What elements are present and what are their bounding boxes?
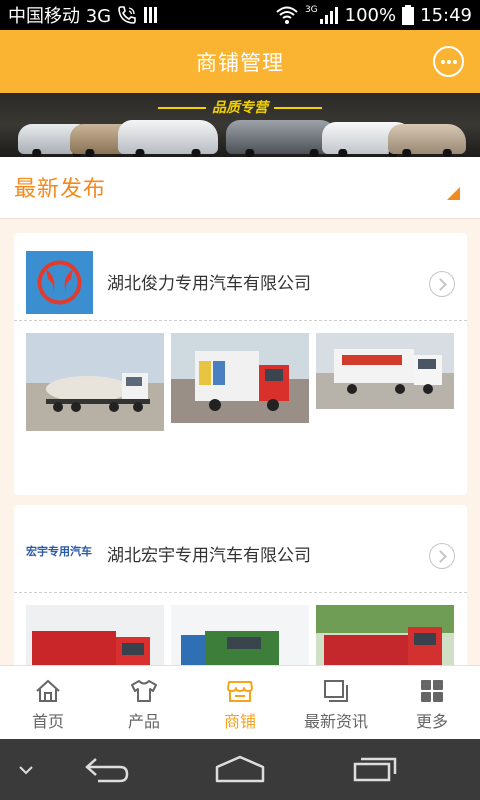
chevron-down-icon[interactable]: [18, 761, 34, 780]
product-thumbnail[interactable]: [171, 333, 309, 423]
cell-signal-icon: 3G: [305, 5, 339, 25]
recent-apps-icon[interactable]: [352, 755, 398, 787]
nav-label: 更多: [415, 712, 448, 731]
wifi-icon: [275, 5, 299, 25]
nav-item-products[interactable]: 产品: [96, 666, 192, 739]
section-header: 最新发布: [0, 157, 480, 219]
battery-icon: [402, 5, 415, 25]
grid-icon: [418, 678, 446, 704]
product-thumbnail[interactable]: [316, 333, 454, 409]
company-name[interactable]: 湖北宏宇专用汽车有限公司: [107, 541, 311, 566]
nav-label: 首页: [31, 712, 64, 731]
news-icon: [322, 678, 350, 704]
network-type: 3G: [304, 5, 318, 15]
dongfeng-logo: [26, 251, 93, 314]
home-nav-icon[interactable]: [214, 755, 266, 787]
banner-car: [388, 124, 466, 157]
company-card-header[interactable]: 湖北俊力专用汽车有限公司: [14, 233, 467, 321]
promo-banner[interactable]: 品质专营: [0, 93, 480, 157]
nav-label: 商铺: [223, 712, 256, 731]
company-card[interactable]: 湖北俊力专用汽车有限公司: [14, 233, 467, 495]
section-title: 最新发布: [14, 177, 107, 202]
header-bar: 商铺管理: [0, 30, 480, 93]
nav-label: 最新资讯: [303, 712, 368, 731]
bottom-nav: 首页 产品 商铺 最新资讯 更多: [0, 665, 480, 739]
page-title: 商铺管理: [196, 50, 284, 75]
nav-item-home[interactable]: 首页: [0, 666, 96, 739]
battery-percent: 100%: [344, 4, 397, 26]
company-logo-text: 宏宇专用汽车: [26, 545, 92, 558]
clock: 15:49: [420, 4, 472, 26]
thumbnail-row: [26, 333, 455, 431]
banner-text: 品质专营: [0, 97, 480, 117]
chat-bubble-icon[interactable]: [433, 46, 464, 77]
company-name[interactable]: 湖北俊力专用汽车有限公司: [107, 269, 311, 294]
carrier-label: 中国移动 3G: [8, 6, 112, 27]
corner-triangle-icon: [447, 187, 460, 200]
system-nav-bar: [0, 739, 480, 800]
home-icon: [34, 678, 62, 704]
phone-icon: [117, 5, 137, 25]
nav-item-news[interactable]: 最新资讯: [288, 666, 384, 739]
company-card[interactable]: 宏宇专用汽车 湖北宏宇专用汽车有限公司: [14, 505, 467, 703]
product-thumbnail[interactable]: [26, 333, 164, 431]
shirt-icon: [130, 678, 158, 704]
chevron-right-icon[interactable]: [429, 271, 455, 297]
company-card-header[interactable]: 宏宇专用汽车 湖北宏宇专用汽车有限公司: [14, 505, 467, 593]
nav-label: 产品: [127, 712, 160, 731]
status-bar: 中国移动 3G 3G 100% 15:49: [0, 0, 480, 30]
banner-car: [118, 120, 218, 157]
back-icon[interactable]: [84, 755, 130, 787]
signal-bars-icon: [143, 5, 161, 25]
store-icon: [226, 678, 254, 704]
nav-item-store[interactable]: 商铺: [192, 666, 288, 739]
chevron-right-icon[interactable]: [429, 543, 455, 569]
nav-item-more[interactable]: 更多: [384, 666, 480, 739]
